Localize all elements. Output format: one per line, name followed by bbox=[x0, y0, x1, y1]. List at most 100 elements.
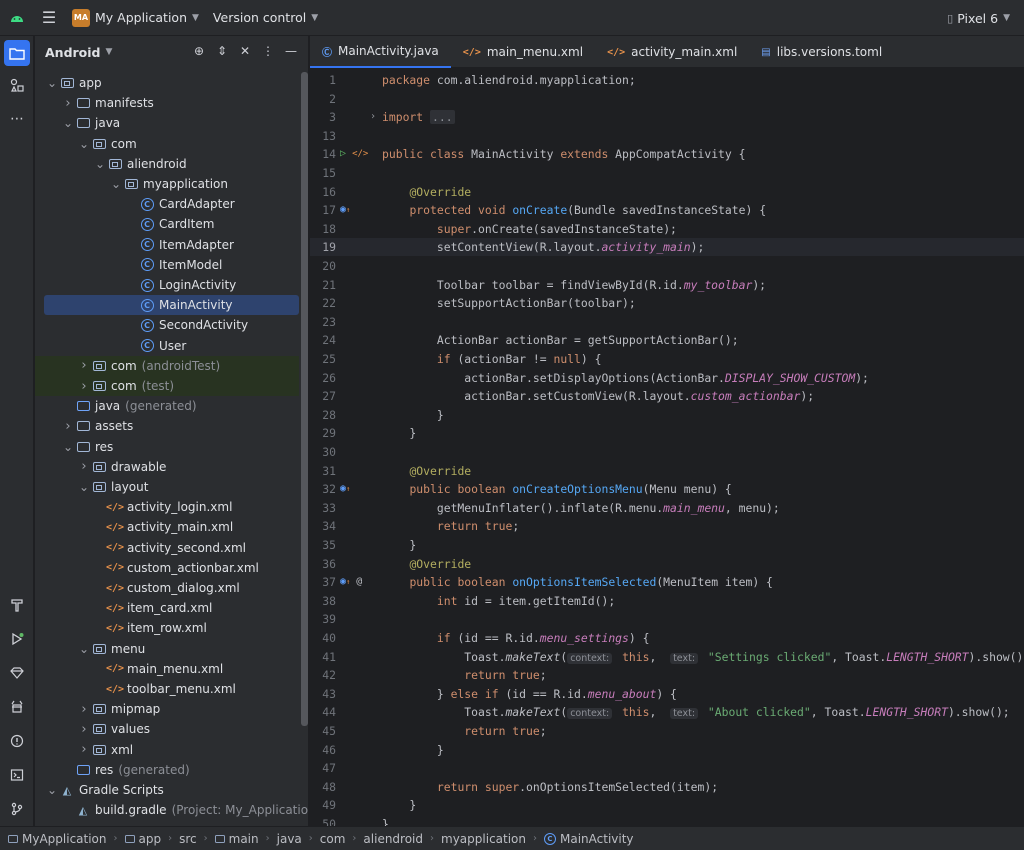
code-line[interactable]: 28 } bbox=[310, 406, 1024, 424]
project-selector[interactable]: MA My Application ▼ bbox=[72, 5, 199, 31]
code-line[interactable]: 23 bbox=[310, 313, 1024, 331]
editor-tab[interactable]: Ⓒ MainActivity.java bbox=[310, 36, 451, 68]
hide-panel-icon[interactable]: — bbox=[284, 44, 298, 58]
tree-item[interactable]: ⌄ myapplication bbox=[35, 174, 299, 194]
collapse-all-icon[interactable]: ✕ bbox=[238, 44, 252, 58]
code-line[interactable]: 16 @Override bbox=[310, 183, 1024, 201]
chevron-right-icon[interactable]: › bbox=[77, 358, 91, 373]
gem-icon[interactable] bbox=[4, 660, 30, 686]
tree-item[interactable]: </> item_card.xml bbox=[35, 598, 299, 618]
chevron-right-icon[interactable]: › bbox=[77, 742, 91, 757]
chevron-down-icon[interactable]: ⌄ bbox=[61, 440, 75, 454]
chevron-down-icon[interactable]: ⌄ bbox=[77, 642, 91, 656]
code-line[interactable]: 31 @Override bbox=[310, 462, 1024, 480]
tree-item[interactable]: ⌄ ◭ Gradle Scripts bbox=[35, 780, 299, 800]
code-line[interactable]: 50} bbox=[310, 815, 1024, 826]
breadcrumb-item[interactable]: main bbox=[214, 832, 259, 846]
expand-all-icon[interactable]: ⇕ bbox=[215, 44, 229, 58]
override-gutter-icon[interactable]: ◉↑ @ bbox=[340, 573, 380, 591]
editor-tab[interactable]: ▤ libs.versions.toml bbox=[749, 36, 894, 68]
code-line[interactable]: 39 bbox=[310, 610, 1024, 628]
problems-icon[interactable] bbox=[4, 728, 30, 754]
chevron-down-icon[interactable]: ⌄ bbox=[77, 480, 91, 494]
code-line[interactable]: 27 actionBar.setCustomView(R.layout.cust… bbox=[310, 387, 1024, 405]
chevron-down-icon[interactable]: ⌄ bbox=[93, 157, 107, 171]
code-line[interactable]: 49 } bbox=[310, 796, 1024, 814]
code-editor[interactable]: 1 package com.aliendroid.myapplication; 2 3… bbox=[310, 69, 1024, 826]
code-line[interactable]: 32 ◉↑ public boolean onCreateOptionsMenu(… bbox=[310, 480, 1024, 498]
chevron-right-icon[interactable]: › bbox=[77, 379, 91, 394]
code-line[interactable]: 26 actionBar.setDisplayOptions(ActionBar… bbox=[310, 369, 1024, 387]
breadcrumb-item[interactable]: myapplication bbox=[441, 832, 526, 846]
code-line[interactable]: 29 } bbox=[310, 424, 1024, 442]
tree-item[interactable]: </> activity_login.xml bbox=[35, 497, 299, 517]
chevron-right-icon[interactable]: › bbox=[61, 419, 75, 434]
code-line[interactable]: 3 › import ... bbox=[310, 108, 1024, 126]
tree-item[interactable]: ⌄ com bbox=[35, 134, 299, 154]
options-icon[interactable]: ⋮ bbox=[261, 44, 275, 58]
resource-manager-icon[interactable] bbox=[4, 72, 30, 98]
breadcrumb-item[interactable]: MyApplication bbox=[8, 832, 107, 846]
code-line[interactable]: 34 return true; bbox=[310, 517, 1024, 535]
tree-item[interactable]: </> custom_dialog.xml bbox=[35, 578, 299, 598]
chevron-right-icon[interactable]: › bbox=[61, 96, 75, 111]
breadcrumb-item[interactable]: java bbox=[277, 832, 302, 846]
tree-item[interactable]: ⌄ aliendroid bbox=[35, 154, 299, 174]
main-menu-icon[interactable]: ☰ bbox=[36, 5, 62, 31]
code-line[interactable]: 37 ◉↑ @ public boolean onOptionsItemSelec… bbox=[310, 573, 1024, 591]
terminal-icon[interactable] bbox=[4, 762, 30, 788]
chevron-down-icon[interactable]: ⌄ bbox=[45, 76, 59, 90]
code-line[interactable]: 2 bbox=[310, 90, 1024, 108]
tree-item[interactable]: </> main_menu.xml bbox=[35, 659, 299, 679]
project-folder-icon[interactable] bbox=[4, 40, 30, 66]
breadcrumb-item[interactable]: com bbox=[320, 832, 346, 846]
tree-item[interactable]: ⌄ app bbox=[35, 73, 299, 93]
breadcrumb-item[interactable]: aliendroid bbox=[363, 832, 423, 846]
code-line[interactable]: 43 } else if (id == R.id.menu_about) { bbox=[310, 685, 1024, 703]
tree-item[interactable]: C CardAdapter bbox=[35, 194, 299, 214]
tree-item[interactable]: ⌄ menu bbox=[35, 639, 299, 659]
build-hammer-icon[interactable] bbox=[4, 592, 30, 618]
tree-item[interactable]: </> activity_main.xml bbox=[35, 517, 299, 537]
code-line[interactable]: 22 setSupportActionBar(toolbar); bbox=[310, 294, 1024, 312]
override-gutter-icon[interactable]: ◉↑ bbox=[340, 201, 380, 219]
tree-item[interactable]: › manifests bbox=[35, 93, 299, 113]
code-line[interactable]: 36 @Override bbox=[310, 555, 1024, 573]
tree-item[interactable]: C User bbox=[35, 336, 299, 356]
chevron-right-icon[interactable]: › bbox=[77, 459, 91, 474]
editor-tab[interactable]: </> activity_main.xml bbox=[595, 36, 749, 68]
tree-item[interactable]: › xml bbox=[35, 740, 299, 760]
chevron-right-icon[interactable]: › bbox=[77, 702, 91, 717]
editor-tab[interactable]: </> main_menu.xml bbox=[451, 36, 595, 68]
tree-item[interactable]: res (generated) bbox=[35, 760, 299, 780]
code-line[interactable]: 33 getMenuInflater().inflate(R.menu.main… bbox=[310, 499, 1024, 517]
tree-item[interactable]: › com (androidTest) bbox=[35, 355, 299, 376]
tree-item[interactable]: </> toolbar_menu.xml bbox=[35, 679, 299, 699]
code-line[interactable]: 18 super.onCreate(savedInstanceState); bbox=[310, 220, 1024, 238]
code-line[interactable]: 13 bbox=[310, 127, 1024, 145]
tree-item[interactable]: › mipmap bbox=[35, 699, 299, 719]
tree-item[interactable]: </> activity_second.xml bbox=[35, 538, 299, 558]
locate-icon[interactable]: ⊕ bbox=[192, 44, 206, 58]
code-line[interactable]: 42 return true; bbox=[310, 666, 1024, 684]
code-line[interactable]: 25 if (actionBar != null) { bbox=[310, 350, 1024, 368]
tree-item[interactable]: java (generated) bbox=[35, 396, 299, 416]
chevron-down-icon[interactable]: ⌄ bbox=[109, 177, 123, 191]
project-panel-scrollbar[interactable] bbox=[301, 72, 308, 726]
tree-item[interactable]: C ItemAdapter bbox=[35, 235, 299, 255]
tree-item[interactable]: C LoginActivity bbox=[35, 275, 299, 295]
chevron-down-icon[interactable]: ⌄ bbox=[61, 116, 75, 130]
code-line[interactable]: 44 Toast.makeText(context: this, text: "… bbox=[310, 703, 1024, 721]
code-line[interactable]: 24 ActionBar actionBar = getSupportActio… bbox=[310, 331, 1024, 349]
tree-item[interactable]: › assets bbox=[35, 416, 299, 436]
tree-item[interactable]: </> custom_actionbar.xml bbox=[35, 558, 299, 578]
breadcrumb-item[interactable]: C MainActivity bbox=[544, 832, 634, 846]
run-icon[interactable] bbox=[4, 626, 30, 652]
tree-item[interactable]: › drawable bbox=[35, 457, 299, 477]
code-line[interactable]: 14 ▷ </> public class MainActivity extends… bbox=[310, 145, 1024, 163]
tree-item[interactable]: › com (test) bbox=[35, 376, 299, 396]
run-gutter-icon[interactable]: ▷ </> bbox=[340, 145, 380, 163]
tree-item[interactable]: C CardItem bbox=[35, 214, 299, 234]
code-line[interactable]: 46 } bbox=[310, 741, 1024, 759]
code-line[interactable]: 38 int id = item.getItemId(); bbox=[310, 592, 1024, 610]
